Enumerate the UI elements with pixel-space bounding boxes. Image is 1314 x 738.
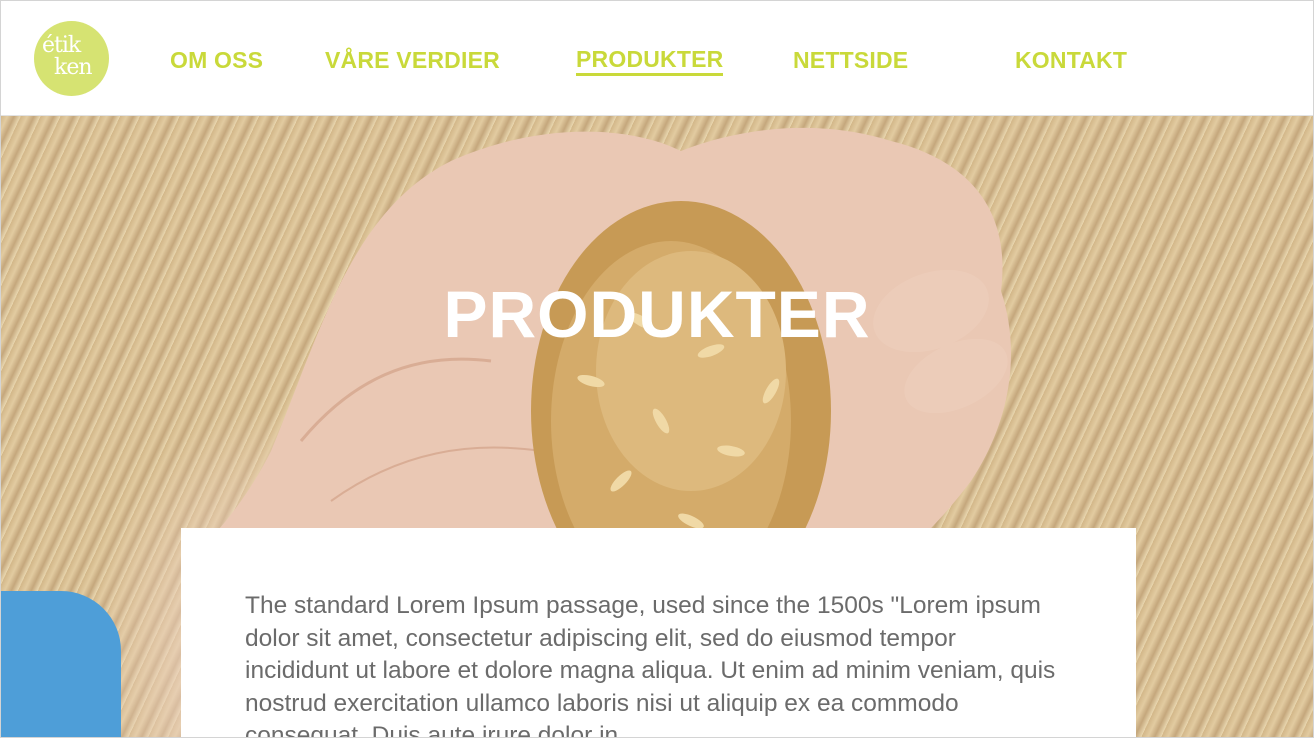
logo[interactable]: étik ken <box>34 21 109 96</box>
page: étik ken OM OSS VÅRE VERDIER PRODUKTER N… <box>0 0 1314 738</box>
logo-text-line2: ken <box>54 55 93 80</box>
hero-title: PRODUKTER <box>443 277 871 351</box>
site-header: étik ken OM OSS VÅRE VERDIER PRODUKTER N… <box>1 1 1313 116</box>
nav-item-kontakt[interactable]: KONTAKT <box>1015 45 1127 75</box>
nav-item-produkter[interactable]: PRODUKTER <box>576 45 724 76</box>
nav-item-nettside[interactable]: NETTSIDE <box>793 45 908 75</box>
nav-item-vare-verdier[interactable]: VÅRE VERDIER <box>325 45 500 75</box>
content-paragraph: The standard Lorem Ipsum passage, used s… <box>245 592 1056 738</box>
blue-sleeve <box>1 591 121 737</box>
nav-item-om-oss[interactable]: OM OSS <box>170 45 263 75</box>
content-card: The standard Lorem Ipsum passage, used s… <box>181 528 1136 738</box>
logo-text-line1: étik <box>42 33 81 58</box>
